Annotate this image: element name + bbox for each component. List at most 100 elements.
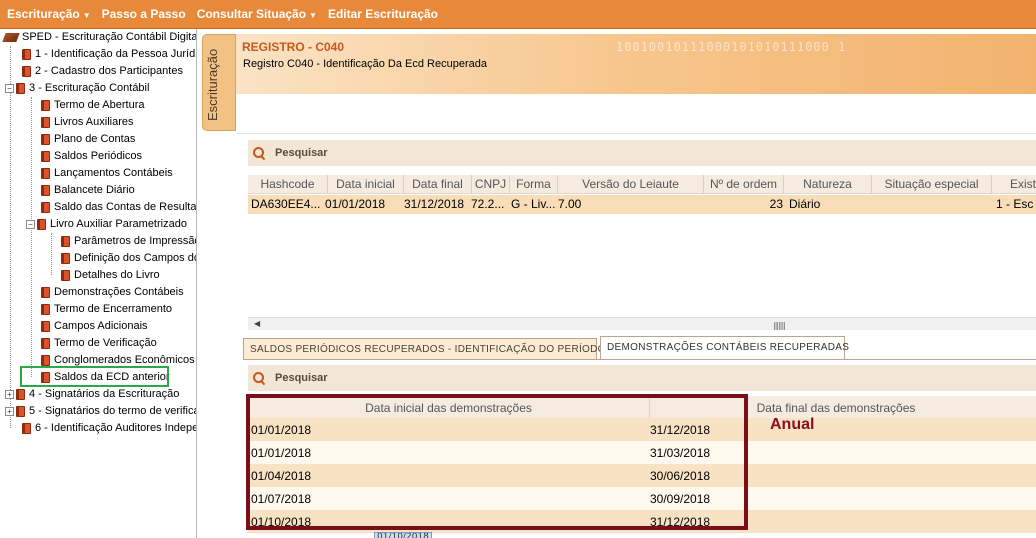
cell-numero-ordem: 23 bbox=[769, 197, 783, 211]
tree-item-auditores-independentes[interactable]: 6 - Identificação Auditores Independente… bbox=[11, 420, 197, 437]
expand-icon[interactable]: + bbox=[5, 390, 14, 399]
tab-demonstracoes-contabeis[interactable]: DEMONSTRAÇÕES CONTÁBEIS RECUPERADAS bbox=[600, 336, 849, 359]
side-tab-escrituracao[interactable]: Escrituração bbox=[202, 34, 236, 131]
tree-item-termo-abertura[interactable]: Termo de Abertura bbox=[32, 97, 145, 114]
cell-forma: G - Liv... bbox=[511, 197, 556, 211]
column-header[interactable]: CNPJ bbox=[472, 175, 510, 194]
column-header[interactable]: Natureza bbox=[784, 175, 872, 194]
cell-natureza: Diário bbox=[789, 197, 821, 211]
book-icon bbox=[41, 117, 50, 128]
collapse-icon[interactable]: − bbox=[26, 220, 35, 229]
annotation-label: Anual bbox=[770, 416, 815, 433]
book-icon bbox=[22, 66, 31, 77]
column-header[interactable]: Exist bbox=[992, 175, 1036, 194]
search-bar-bottom[interactable]: Pesquisar bbox=[248, 365, 1036, 391]
tree-item-termo-encerramento[interactable]: Termo de Encerramento bbox=[32, 301, 172, 318]
menu-passo-a-passo-label: Passo a Passo bbox=[101, 7, 186, 21]
column-header[interactable]: Data inicial bbox=[328, 175, 404, 194]
menu-escrituracao-label: Escrituração bbox=[7, 7, 80, 21]
tree-item-cadastro-participantes[interactable]: 2 - Cadastro dos Participantes bbox=[11, 63, 183, 80]
tree-item-lancamentos-contabeis[interactable]: Lançamentos Contábeis bbox=[32, 165, 173, 182]
column-header[interactable]: Situação especial bbox=[872, 175, 992, 194]
menu-escrituracao[interactable]: Escrituração ▼ bbox=[7, 7, 91, 21]
tree-item-label: 4 - Signatários da Escrituração bbox=[29, 388, 180, 400]
chevron-down-icon: ▼ bbox=[82, 11, 91, 20]
tree-item-label: Demonstrações Contábeis bbox=[54, 286, 184, 298]
tree-item-balancete-diario[interactable]: Balancete Diário bbox=[32, 182, 135, 199]
tree-item-signatarios-termo[interactable]: +5 - Signatários do termo de verificação bbox=[5, 403, 196, 420]
tree-item-label: Livros Auxiliares bbox=[54, 116, 134, 128]
expand-icon[interactable]: + bbox=[5, 407, 14, 416]
tree-item-escrituracao-contabil[interactable]: − 3 - Escrituração Contábil bbox=[5, 80, 149, 97]
ecd-table: Hashcode Data inicial Data final CNPJ Fo… bbox=[248, 175, 1036, 320]
search-icon bbox=[252, 146, 266, 160]
tree-item-demonstracoes-contabeis[interactable]: Demonstrações Contábeis bbox=[32, 284, 184, 301]
tab-divider bbox=[243, 359, 1036, 360]
tab-saldos-periodicos[interactable]: SALDOS PERIÓDICOS RECUPERADOS - IDENTIFI… bbox=[243, 338, 605, 359]
tree-item-detalhes-livro[interactable]: Detalhes do Livro bbox=[52, 267, 160, 284]
tree-root[interactable]: SPED - Escrituração Contábil Digital bbox=[2, 29, 197, 46]
horizontal-scrollbar[interactable]: ◀ ||||||| bbox=[248, 317, 1036, 330]
book-icon bbox=[41, 202, 50, 213]
navigation-tree: SPED - Escrituração Contábil Digital 1 -… bbox=[0, 29, 197, 538]
menu-passo-a-passo[interactable]: Passo a Passo bbox=[102, 7, 186, 21]
menu-editar-escrituracao[interactable]: Editar Escrituração bbox=[328, 7, 438, 21]
cell-situacao-especial bbox=[872, 195, 992, 214]
tree-item-saldos-periodicos[interactable]: Saldos Periódicos bbox=[32, 148, 142, 165]
search-bar-top[interactable]: Pesquisar bbox=[248, 140, 1036, 166]
tree-item-label: 6 - Identificação Auditores Independente… bbox=[35, 422, 197, 434]
column-header[interactable]: Forma bbox=[510, 175, 558, 194]
tree-item-campos-adicionais[interactable]: Campos Adicionais bbox=[32, 318, 148, 335]
book-icon bbox=[41, 100, 50, 111]
book-icon bbox=[41, 287, 50, 298]
book-icon bbox=[61, 253, 70, 264]
tree-item-termo-verificacao[interactable]: Termo de Verificação bbox=[32, 335, 157, 352]
book-icon bbox=[41, 321, 50, 332]
tree-item-livros-auxiliares[interactable]: Livros Auxiliares bbox=[32, 114, 133, 131]
partial-cell-edge: 01/10/2018 bbox=[374, 532, 432, 538]
book-icon bbox=[61, 270, 70, 281]
menu-editar-escrituracao-label: Editar Escrituração bbox=[327, 7, 439, 21]
book-icon bbox=[37, 219, 46, 230]
annotation-frame bbox=[246, 394, 748, 530]
scroll-left-icon[interactable]: ◀ bbox=[254, 319, 260, 328]
tree-item-plano-contas[interactable]: Plano de Contas bbox=[32, 131, 135, 148]
selection-highlight bbox=[20, 366, 169, 387]
tree-item-label: Termo de Encerramento bbox=[54, 303, 172, 315]
column-header[interactable]: Data final bbox=[404, 175, 472, 194]
book-icon bbox=[41, 355, 50, 366]
tree-item-livro-auxiliar-parametrizado[interactable]: − Livro Auxiliar Parametrizado bbox=[26, 216, 187, 233]
menu-consultar-situacao[interactable]: Consultar Situação ▼ bbox=[197, 7, 317, 21]
scroll-grip-icon[interactable]: ||||||| bbox=[773, 321, 786, 330]
tree-item-label: Termo de Abertura bbox=[54, 99, 145, 111]
book-icon bbox=[22, 49, 31, 60]
book-icon bbox=[22, 423, 31, 434]
tree-item-label: Saldos Periódicos bbox=[54, 150, 143, 162]
tree-item-parametros-impressao[interactable]: Parâmetros de Impressão bbox=[52, 233, 196, 250]
column-header[interactable]: Nº de ordem bbox=[704, 175, 784, 194]
column-header[interactable]: Data final das demonstrações bbox=[746, 396, 926, 418]
book-icon bbox=[41, 304, 50, 315]
tree-root-label: SPED - Escrituração Contábil Digital bbox=[22, 31, 197, 43]
tree-item-definicao-campos[interactable]: Definição dos Campos do bbox=[52, 250, 196, 267]
cell-versao-leiaute: 7.00 bbox=[558, 197, 582, 211]
tree-item-label: 1 - Identificação da Pessoa Jurídica bbox=[35, 48, 197, 60]
book-icon bbox=[41, 151, 50, 162]
table-row[interactable]: DA630EE4... 01/01/2018 31/12/2018 72.2..… bbox=[248, 195, 1036, 214]
tree-item-label: Campos Adicionais bbox=[54, 320, 148, 332]
tree-item-label: Livro Auxiliar Parametrizado bbox=[50, 218, 187, 230]
tree-item-label: Saldo das Contas de Resultado bbox=[54, 201, 197, 213]
tree-item-saldo-contas-resultado[interactable]: Saldo das Contas de Resultado bbox=[32, 199, 197, 216]
tree-connector bbox=[10, 46, 11, 428]
book-icon bbox=[61, 236, 70, 247]
column-header[interactable]: Versão do Leiaute bbox=[558, 175, 704, 194]
tree-item-identificacao-pj[interactable]: 1 - Identificação da Pessoa Jurídica bbox=[11, 46, 197, 63]
search-label: Pesquisar bbox=[275, 372, 328, 384]
tree-item-label: Plano de Contas bbox=[54, 133, 136, 145]
page-subtitle: Registro C040 - Identificação Da Ecd Rec… bbox=[243, 58, 487, 70]
cell-data-final: 31/12/2018 bbox=[404, 197, 465, 211]
collapse-icon[interactable]: − bbox=[5, 84, 14, 93]
cell-existencia: 1 - Esc bbox=[996, 197, 1034, 211]
column-header[interactable]: Hashcode bbox=[248, 175, 328, 194]
tree-item-signatarios-escrituracao[interactable]: +4 - Signatários da Escrituração bbox=[5, 386, 179, 403]
